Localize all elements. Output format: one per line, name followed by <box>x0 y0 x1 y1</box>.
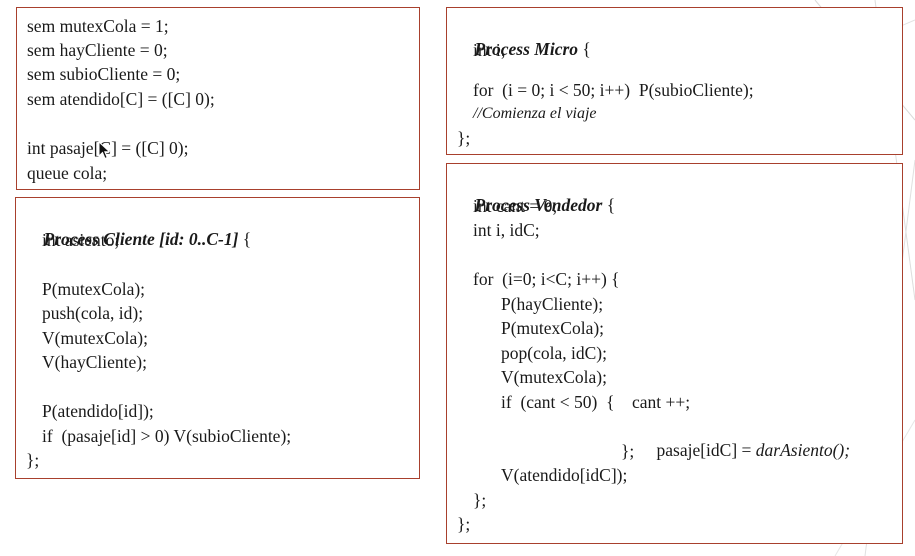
code-line: int i, idC; <box>473 220 540 240</box>
assignment-text: pasaje[idC] = <box>656 440 756 460</box>
code-line: sem mutexCola = 1; <box>27 16 169 36</box>
code-line: P(mutexCola); <box>501 318 605 338</box>
code-line: int cant = 0; <box>473 196 558 216</box>
code-line: for (i = 0; i < 50; i++) P(subioCliente)… <box>473 80 754 100</box>
process-micro-box: Process Micro { int i; for (i = 0; i < 5… <box>446 7 903 155</box>
process-header: Process Vendedor { <box>457 169 616 215</box>
code-line: if (cant < 50) { cant ++; <box>501 392 691 412</box>
mouse-cursor-icon <box>98 141 111 160</box>
code-line: V(hayCliente); <box>42 352 147 372</box>
code-line: queue cola; <box>27 163 108 183</box>
code-line: pop(cola, idC); <box>501 343 607 363</box>
code-line: V(mutexCola); <box>42 328 148 348</box>
process-cliente-box: Process Cliente [id: 0..C-1] { int asien… <box>15 197 420 479</box>
code-line: int asiento; <box>42 230 120 250</box>
open-brace: { <box>578 39 591 59</box>
code-line: sem atendido[C] = ([C] 0); <box>27 89 215 109</box>
code-line: }; <box>457 128 471 148</box>
code-line: V(atendido[idC]); <box>501 465 628 485</box>
code-line: }; <box>26 450 40 470</box>
open-brace: { <box>238 229 252 249</box>
open-brace: { <box>602 195 616 215</box>
process-header: Process Cliente [id: 0..C-1] { <box>26 203 252 249</box>
code-line: }; <box>457 514 471 534</box>
code-line: V(mutexCola); <box>501 367 607 387</box>
code-line: for (i=0; i<C; i++) { <box>473 269 620 289</box>
process-vendedor-box: Process Vendedor { int cant = 0; int i, … <box>446 163 903 544</box>
code-line: sem subioCliente = 0; <box>27 64 181 84</box>
code-line: push(cola, id); <box>42 303 144 323</box>
code-line: if (pasaje[id] > 0) V(subioCliente); <box>42 426 292 446</box>
function-call: darAsiento(); <box>755 440 851 460</box>
code-line: pasaje[idC] = darAsiento(); <box>639 414 851 460</box>
code-line: }; <box>621 441 635 461</box>
code-line: P(hayCliente); <box>501 294 604 314</box>
code-line: }; <box>473 490 487 510</box>
process-header: Process Micro { <box>457 13 591 59</box>
declarations-box: sem mutexCola = 1; sem hayCliente = 0; s… <box>16 7 420 190</box>
code-line: int i; <box>473 40 506 60</box>
code-line: P(atendido[id]); <box>42 401 154 421</box>
code-line: sem hayCliente = 0; <box>27 40 168 60</box>
code-line: P(mutexCola); <box>42 279 146 299</box>
code-comment: //Comienza el viaje <box>473 105 597 122</box>
